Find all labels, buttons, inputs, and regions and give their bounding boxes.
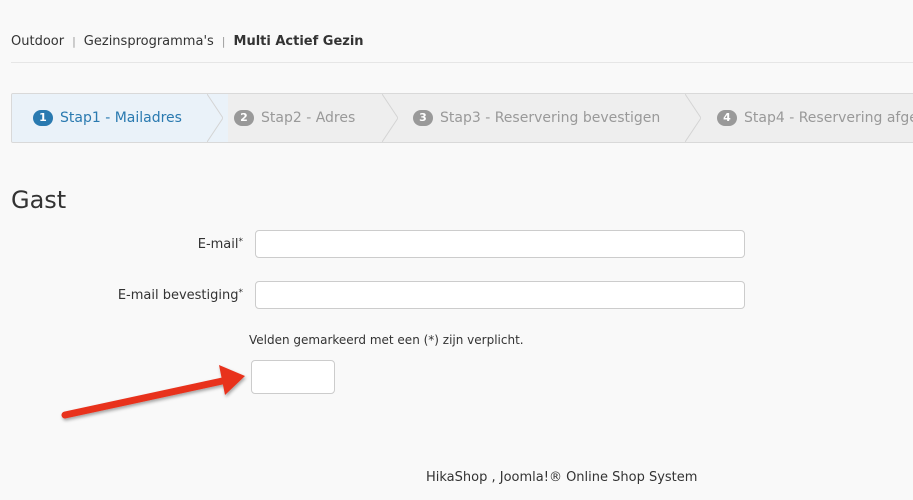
step-chevron-2 — [382, 94, 398, 142]
breadcrumb-item-outdoor[interactable]: Outdoor — [11, 34, 64, 49]
page: Outdoor | Gezinsprogramma's | Multi Acti… — [0, 0, 913, 500]
step-label: Stap3 - Reservering bevestigen — [440, 110, 661, 126]
step-4[interactable]: 4 Stap4 - Reservering afgerond — [717, 94, 913, 142]
step-label: Stap1 - Mailadres — [60, 110, 182, 126]
step-2[interactable]: 2 Stap2 - Adres — [234, 94, 355, 142]
step-chevron-1 — [207, 94, 223, 142]
required-marker: * — [238, 237, 244, 247]
checkout-steps: 1 Stap1 - Mailadres 2 Stap2 - Adres 3 St… — [11, 93, 913, 143]
required-fields-note: Velden gemarkeerd met een (*) zijn verpl… — [249, 333, 524, 347]
form-title: Gast — [11, 186, 67, 214]
breadcrumb-current: Multi Actief Gezin — [233, 34, 364, 49]
step-number: 3 — [413, 110, 433, 126]
email-label-text: E-mail — [197, 237, 239, 252]
breadcrumb-item-gezinsprogrammas[interactable]: Gezinsprogramma's — [84, 34, 214, 49]
step-number: 4 — [717, 110, 737, 126]
breadcrumb-separator: | — [72, 35, 76, 48]
step-chevron-3 — [685, 94, 701, 142]
step-label: Stap4 - Reservering afgerond — [744, 110, 913, 126]
empty-button[interactable] — [251, 360, 335, 394]
breadcrumb-separator: | — [221, 35, 226, 48]
breadcrumb: Outdoor | Gezinsprogramma's | Multi Acti… — [11, 34, 364, 49]
step-3[interactable]: 3 Stap3 - Reservering bevestigen — [413, 94, 660, 142]
email-input[interactable] — [255, 230, 745, 258]
breadcrumb-divider — [11, 62, 913, 63]
email-label: E-mail* — [0, 237, 243, 252]
step-number: 1 — [33, 110, 53, 126]
step-1[interactable]: 1 Stap1 - Mailadres — [12, 94, 228, 142]
required-marker: * — [238, 288, 244, 298]
step-number: 2 — [234, 110, 254, 126]
email-confirm-label: E-mail bevestiging* — [0, 288, 243, 303]
footer-text: HikaShop , Joomla!® Online Shop System — [426, 470, 698, 485]
email-confirm-label-text: E-mail bevestiging — [117, 288, 239, 303]
step-label: Stap2 - Adres — [261, 110, 356, 126]
email-confirm-input[interactable] — [255, 281, 745, 309]
red-arrow-icon — [61, 365, 245, 419]
